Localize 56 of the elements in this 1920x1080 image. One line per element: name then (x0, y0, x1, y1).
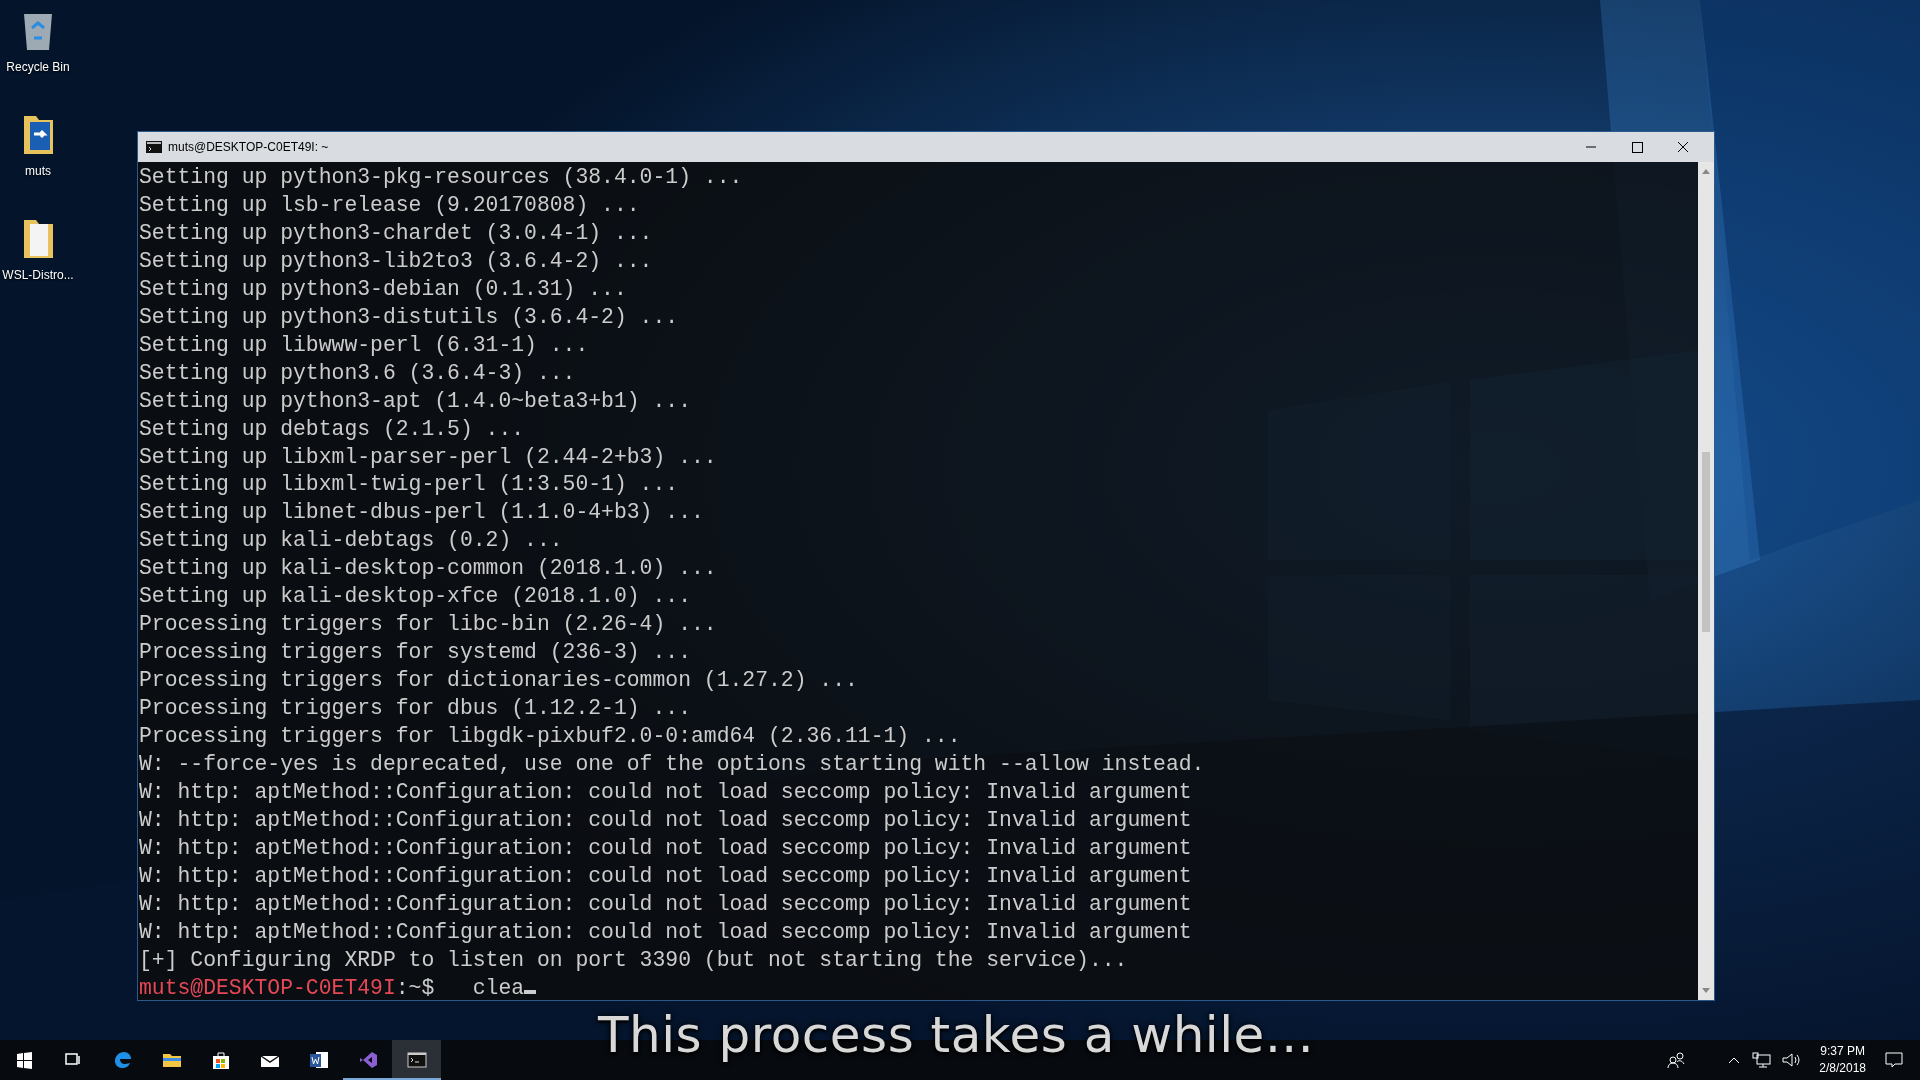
output-line: W: http: aptMethod::Configuration: could not load seccomp policy: Invalid argument (139, 778, 1193, 806)
document-icon (307, 1049, 330, 1071)
terminal-icon (405, 1049, 428, 1071)
output-line: Setting up kali-desktop-common (2018.1.0) ... (139, 555, 718, 583)
folder-icon[interactable] (24, 220, 53, 258)
output-line: Processing triggers for systemd (236-3) ... (139, 639, 692, 667)
output-line: Setting up python3.6 (3.6.4-3) ... (139, 359, 577, 387)
output-line: Processing triggers for dictionaries-common (1.27.2) ... (139, 667, 859, 695)
folder-icon[interactable] (24, 116, 53, 154)
prompt-path: :~$ (395, 975, 435, 1000)
output-line: Setting up python3-lib2to3 (3.6.4-2) ... (139, 247, 654, 275)
recycle-bin-icon[interactable] (24, 14, 52, 50)
output-line: Setting up libxml-parser-perl (2.44-2+b3) ... (139, 443, 718, 471)
output-line: Processing triggers for dbus (1.12.2-1) ... (139, 695, 692, 723)
maximize-icon (1629, 140, 1645, 154)
icon-label: muts (25, 163, 51, 180)
window-title: muts@DESKTOP-C0ET49I: ~ (168, 139, 329, 156)
caption-text: This process takes a while... (598, 1005, 1315, 1066)
command-input[interactable]: clea (472, 975, 525, 1000)
chevron-up-icon[interactable] (1727, 1055, 1742, 1065)
clock-date: 2/8/2018 (1819, 1060, 1866, 1077)
output-line: Setting up kali-debtags (0.2) ... (139, 527, 564, 555)
output-line: Setting up python3-chardet (3.0.4-1) ... (139, 219, 654, 247)
clock-time: 9:37 PM (1819, 1043, 1866, 1060)
output-line: Setting up python3-apt (1.4.0~beta3+b1) ... (139, 387, 692, 415)
text-cursor (524, 989, 537, 994)
output-line: W: http: aptMethod::Configuration: could not load seccomp policy: Invalid argument (139, 806, 1193, 834)
output-line: W: http: aptMethod::Configuration: could not load seccomp policy: Invalid argument (139, 890, 1193, 918)
output-line: Processing triggers for libc-bin (2.26-4) ... (139, 611, 718, 639)
terminal-icon (146, 141, 162, 153)
output-line: Setting up python3-pkg-resources (38.4.0-1) ... (139, 164, 744, 191)
output-line: Setting up debtags (2.1.5) ... (139, 415, 526, 443)
taskbar-button[interactable] (392, 1040, 441, 1080)
close-icon (1675, 140, 1691, 154)
icon-label: Recycle Bin (6, 59, 70, 76)
volume-icon[interactable] (1781, 1051, 1802, 1069)
notification-icon[interactable] (1884, 1051, 1904, 1069)
output-line: W: http: aptMethod::Configuration: could not load seccomp policy: Invalid argument (139, 862, 1193, 890)
output-line: Setting up libxml-twig-perl (1:3.50-1) ... (139, 471, 680, 499)
output-line: [+] Configuring XRDP to listen on port 3390 (but not starting the service)... (139, 946, 1129, 974)
output-line: Setting up lsb-release (9.20170808) ... (139, 191, 641, 219)
output-line: Setting up python3-distutils (3.6.4-2) ... (139, 303, 680, 331)
scrollbar-thumb[interactable] (1702, 452, 1710, 632)
output-line: Processing triggers for libgdk-pixbuf2.0-0:amd64 (2.36.11-1) ... (139, 723, 962, 751)
output-line: W: http: aptMethod::Configuration: could not load seccomp policy: Invalid argument (139, 918, 1193, 946)
output-line: Setting up python3-debian (0.1.31) ... (139, 275, 628, 303)
output-line: W: --force-yes is deprecated, use one of the options starting with --allow instead. (139, 751, 1206, 778)
icon-label: WSL-Distro... (2, 267, 74, 284)
output-line: Setting up libnet-dbus-perl (1.1.0-4+b3) ... (139, 499, 705, 527)
output-line: Setting up kali-desktop-xfce (2018.1.0) ... (139, 583, 692, 611)
output-line: W: http: aptMethod::Configuration: could not load seccomp policy: Invalid argument (139, 834, 1193, 862)
prompt-user-host: muts@DESKTOP-C0ET49I (139, 975, 396, 1000)
network-icon[interactable] (1751, 1051, 1772, 1069)
output-line: Setting up libwww-perl (6.31-1) ... (139, 331, 590, 359)
clock[interactable]: 9:37 PM 2/8/2018 (1819, 1043, 1866, 1077)
scrollbar[interactable] (1698, 162, 1714, 1000)
